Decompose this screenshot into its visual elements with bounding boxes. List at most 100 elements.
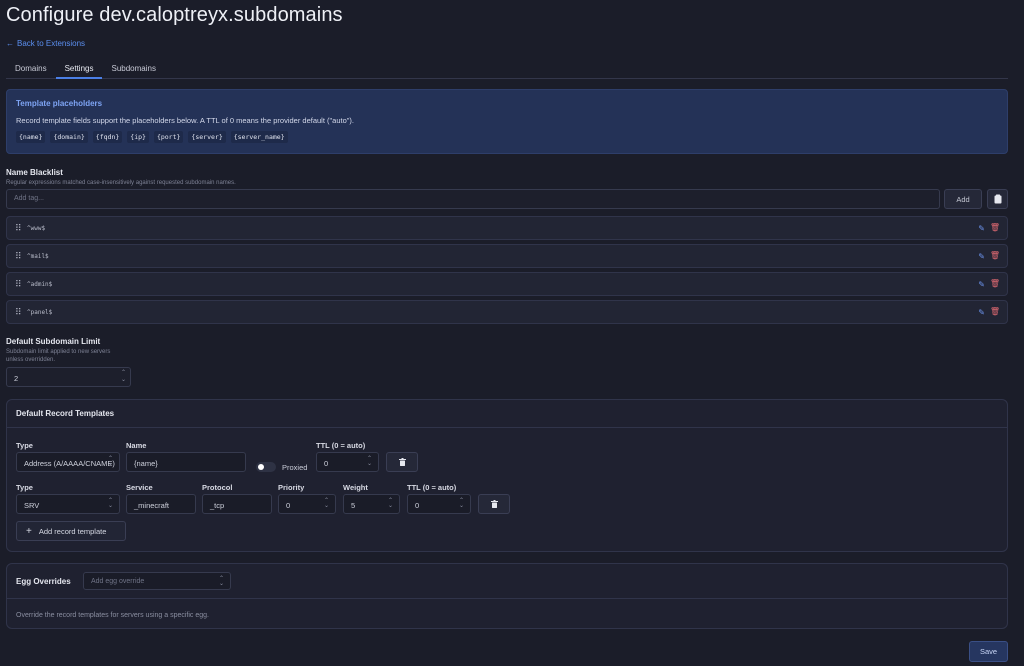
proxied-toggle[interactable] <box>256 462 276 472</box>
trash-icon[interactable]: 🗑 <box>990 251 1000 260</box>
protocol-value: _tcp <box>210 501 225 510</box>
name-blacklist-label: Name Blacklist <box>6 168 63 177</box>
service-value: _minecraft <box>134 501 170 510</box>
add-tag-button[interactable]: Add <box>944 189 982 209</box>
blacklist-item: ⠿ ^panel$ ✎ 🗑 <box>6 300 1008 324</box>
stepper-arrows-icon[interactable]: ⌃ ⌄ <box>459 498 464 509</box>
placeholder-list: {name} {domain} {fqdn} {ip} {port} {serv… <box>16 131 998 143</box>
delete-template-button[interactable] <box>386 452 418 472</box>
weight-label: Weight <box>343 483 368 492</box>
back-link-label: Back to Extensions <box>17 39 86 48</box>
priority-value: 0 <box>286 501 291 510</box>
blacklist-pattern: ^mail$ <box>27 253 49 260</box>
add-tag-input[interactable]: Add tag... <box>6 189 940 209</box>
drag-handle-icon[interactable]: ⠿ <box>15 279 22 290</box>
protocol-input[interactable]: _tcp <box>202 494 272 514</box>
stepper-arrows-icon[interactable]: ⌃ ⌄ <box>324 498 329 509</box>
paste-button[interactable] <box>987 189 1008 209</box>
ttl-input[interactable]: 0 ⌃ ⌄ <box>407 494 471 514</box>
record-type-select[interactable]: SRV ⌃ ⌄ <box>16 494 120 514</box>
pencil-icon[interactable]: ✎ <box>978 280 985 289</box>
placeholder-chip: {server} <box>188 131 226 143</box>
add-egg-override-select[interactable]: Add egg override ⌃ ⌄ <box>83 572 231 590</box>
ttl-input[interactable]: 0 ⌃ ⌄ <box>316 452 379 472</box>
record-name-input[interactable]: {name} <box>126 452 246 472</box>
blacklist-item: ⠿ ^www$ ✎ 🗑 <box>6 216 1008 240</box>
trash-icon[interactable]: 🗑 <box>990 307 1000 316</box>
service-label: Service <box>126 483 153 492</box>
placeholder-chip: {domain} <box>50 131 88 143</box>
ttl-label: TTL (0 = auto) <box>407 483 457 492</box>
subdomain-limit-help: Subdomain limit applied to new servers <box>6 349 111 355</box>
ttl-value: 0 <box>415 501 420 510</box>
record-name-value: {name} <box>134 459 158 468</box>
drag-handle-icon[interactable]: ⠿ <box>15 251 22 262</box>
arrow-left-icon: ← <box>6 39 14 48</box>
egg-overrides-help: Override the record templates for server… <box>16 612 209 619</box>
subdomain-limit-input[interactable]: 2 ⌃ ⌄ <box>6 367 131 387</box>
trash-icon[interactable]: 🗑 <box>990 279 1000 288</box>
placeholder-chip: {fqdn} <box>92 131 123 143</box>
stepper-arrows-icon[interactable]: ⌃ ⌄ <box>388 498 393 509</box>
tab-bar: Domains Settings Subdomains <box>6 58 1008 79</box>
subdomain-limit-label: Default Subdomain Limit <box>6 337 101 346</box>
stepper-arrows-icon[interactable]: ⌃ ⌄ <box>367 456 372 467</box>
trash-icon[interactable]: 🗑 <box>990 223 1000 232</box>
delete-template-button[interactable] <box>478 494 510 514</box>
chevron-updown-icon: ⌃ ⌄ <box>107 498 113 509</box>
name-label: Name <box>126 441 147 450</box>
service-input[interactable]: _minecraft <box>126 494 196 514</box>
record-templates-title: Default Record Templates <box>7 400 1007 428</box>
blacklist-pattern: ^www$ <box>27 225 46 232</box>
priority-input[interactable]: 0 ⌃ ⌄ <box>278 494 336 514</box>
info-title: Template placeholders <box>16 99 103 108</box>
trash-icon <box>398 458 406 466</box>
placeholder-chip: {name} <box>16 131 46 143</box>
placeholder-chip: {server_name} <box>230 131 288 143</box>
egg-overrides-card: Egg Overrides Add egg override ⌃ ⌄ Overri… <box>6 563 1008 629</box>
record-type-value: Address (A/AAAA/CNAME) <box>24 459 115 468</box>
pencil-icon[interactable]: ✎ <box>978 308 985 317</box>
record-templates-card: Default Record Templates Type Name TTL (… <box>6 399 1008 552</box>
blacklist-item: ⠿ ^mail$ ✎ 🗑 <box>6 244 1008 268</box>
info-text: Record template fields support the place… <box>16 116 355 125</box>
type-label: Type <box>16 441 33 450</box>
tab-subdomains[interactable]: Subdomains <box>102 58 164 79</box>
blacklist-pattern: ^panel$ <box>27 309 53 316</box>
weight-value: 5 <box>351 501 356 510</box>
name-blacklist-help: Regular expressions matched case-insensi… <box>6 180 236 186</box>
subdomain-limit-help-2: unless overridden. <box>6 357 56 363</box>
placeholder-chip: {port} <box>153 131 184 143</box>
ttl-value: 0 <box>324 459 329 468</box>
pencil-icon[interactable]: ✎ <box>978 252 985 261</box>
add-record-template-button[interactable]: + Add record template <box>16 521 126 541</box>
priority-label: Priority <box>278 483 305 492</box>
blacklist-pattern: ^admin$ <box>27 281 53 288</box>
placeholder-chip: {ip} <box>127 131 149 143</box>
ttl-label: TTL (0 = auto) <box>316 441 366 450</box>
chevron-updown-icon: ⌃ ⌄ <box>107 456 113 467</box>
stepper-arrows-icon[interactable]: ⌃ ⌄ <box>121 370 126 384</box>
egg-select-placeholder: Add egg override <box>91 578 145 585</box>
record-type-select[interactable]: Address (A/AAAA/CNAME) ⌃ ⌄ <box>16 452 120 472</box>
proxied-label: Proxied <box>282 463 308 472</box>
template-placeholders-info: Template placeholders Record template fi… <box>6 89 1008 154</box>
record-type-value: SRV <box>24 501 40 510</box>
tab-settings[interactable]: Settings <box>55 58 103 79</box>
tab-domains[interactable]: Domains <box>6 58 56 79</box>
chevron-updown-icon: ⌃ ⌄ <box>218 576 224 587</box>
pencil-icon[interactable]: ✎ <box>978 224 985 233</box>
plus-icon: + <box>26 525 32 537</box>
protocol-label: Protocol <box>202 483 233 492</box>
add-record-template-label: Add record template <box>38 526 107 536</box>
subdomain-limit-value: 2 <box>14 374 19 383</box>
back-to-extensions-link[interactable]: ← Back to Extensions <box>6 39 85 48</box>
page-title: Configure dev.caloptreyx.subdomains <box>6 4 343 26</box>
drag-handle-icon[interactable]: ⠿ <box>15 223 22 234</box>
clipboard-icon <box>994 194 1001 204</box>
drag-handle-icon[interactable]: ⠿ <box>15 307 22 318</box>
save-button[interactable]: Save <box>969 641 1008 662</box>
type-label: Type <box>16 483 33 492</box>
trash-icon <box>490 500 498 508</box>
weight-input[interactable]: 5 ⌃ ⌄ <box>343 494 400 514</box>
